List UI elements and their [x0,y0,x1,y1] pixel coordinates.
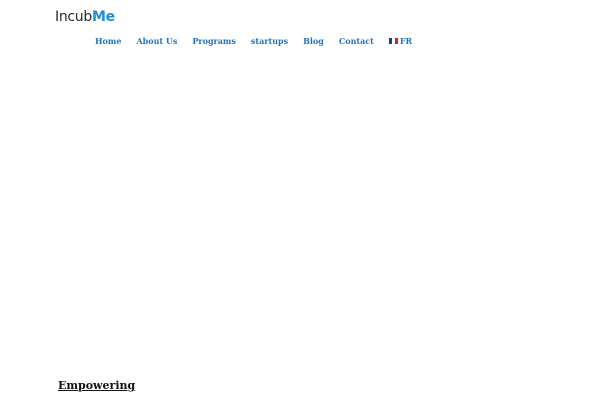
logo-text-accent: Me [91,9,115,25]
nav-about-us[interactable]: About Us [136,36,177,46]
nav-contact[interactable]: Contact [339,36,374,46]
hero-headline: Empowering [58,379,136,392]
nav-home[interactable]: Home [95,36,121,46]
language-label: FR [399,36,413,46]
page: IncubMe Home About Us Programs startups … [0,0,600,400]
nav-blog[interactable]: Blog [303,36,324,46]
french-flag-icon [388,38,398,44]
nav-language-fr[interactable]: FR [388,36,413,46]
logo-text-primary: Incub [55,9,92,25]
main-nav: Home About Us Programs startups Blog Con… [95,36,412,46]
nav-startups[interactable]: startups [251,36,288,46]
nav-programs[interactable]: Programs [192,36,236,46]
logo[interactable]: IncubMe [55,9,115,25]
